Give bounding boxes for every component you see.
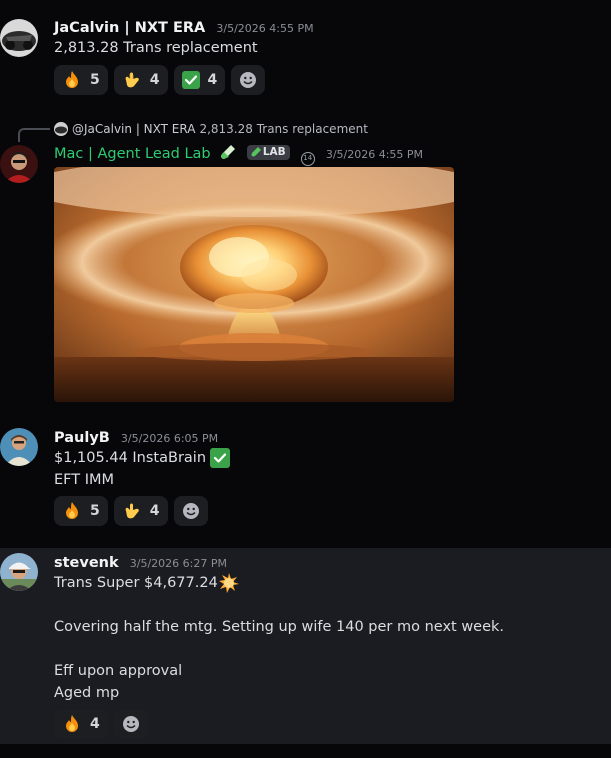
message-text: Aged mp (54, 685, 120, 701)
reply-connector (18, 128, 50, 142)
server-tag-label: LAB (262, 146, 286, 158)
message-text (54, 638, 603, 660)
username[interactable]: stevenk (54, 555, 119, 571)
message-text (54, 594, 603, 616)
reply-avatar (54, 122, 68, 136)
reaction-count: 5 (90, 503, 100, 519)
message-text: Eff upon approval (54, 663, 183, 679)
check-mark-button-icon (210, 448, 231, 468)
reaction-call-me-hand[interactable]: 4 (113, 65, 168, 95)
username[interactable]: JaCalvin | NXT ERA (54, 20, 205, 36)
smiley-add-icon (181, 501, 201, 521)
fire-icon (62, 501, 82, 521)
reaction-call-me-hand[interactable]: 4 (113, 496, 168, 526)
reply-username[interactable]: @JaCalvin | NXT ERA (72, 120, 195, 138)
message-text-line: Trans Super $4,677.24 (54, 572, 603, 594)
call-me-hand-icon (122, 70, 142, 90)
message-text: Trans Super $4,677.24 (54, 575, 218, 591)
reaction-check-mark-button[interactable]: 4 (173, 65, 226, 95)
add-reaction-button[interactable] (173, 496, 208, 526)
reactions-bar: 5 4 4 (54, 65, 603, 95)
avatar[interactable] (0, 553, 38, 591)
fire-icon (62, 70, 82, 90)
reply-text: 2,813.28 Trans replacement (199, 122, 368, 136)
reaction-count: 4 (149, 503, 160, 519)
reactions-bar: 4 (54, 709, 603, 739)
reaction-count: 4 (90, 716, 100, 732)
subscriber-badge-icon: 14 (300, 152, 315, 166)
test-tube-icon (220, 144, 236, 160)
username[interactable]: Mac | Agent Lead Lab (54, 146, 211, 162)
add-reaction-button[interactable] (231, 65, 266, 95)
username[interactable]: PaulyB (54, 430, 110, 446)
check-mark-button-icon (181, 71, 200, 89)
mushroom-cloud-gif[interactable] (54, 167, 454, 402)
message-text: EFT IMM (54, 472, 115, 488)
avatar[interactable] (0, 145, 38, 183)
message-text: $1,105.44 InstaBrain (54, 450, 207, 466)
reaction-count: 5 (90, 72, 100, 88)
reaction-fire[interactable]: 4 (54, 709, 108, 739)
avatar[interactable] (0, 19, 38, 57)
server-tag: LAB (246, 144, 290, 160)
timestamp: 3/5/2026 6:05 PM (120, 432, 219, 445)
avatar[interactable] (0, 428, 38, 466)
smiley-add-icon (121, 714, 141, 734)
timestamp: 3/5/2026 4:55 PM (216, 22, 314, 35)
reaction-count: 4 (149, 72, 160, 88)
message-text: 2,813.28 Trans replacement (54, 40, 258, 56)
call-me-hand-icon (122, 501, 142, 521)
add-reaction-button[interactable] (113, 709, 148, 739)
fire-icon (62, 714, 82, 734)
smiley-add-icon (238, 70, 258, 90)
sun-behind-cloud-icon (218, 573, 239, 593)
reactions-bar: 5 4 (54, 496, 603, 526)
timestamp: 3/5/2026 6:27 PM (129, 557, 227, 570)
reaction-fire[interactable]: 5 (54, 65, 108, 95)
reaction-fire[interactable]: 5 (54, 496, 108, 526)
timestamp: 3/5/2026 4:55 PM (325, 148, 424, 161)
reaction-count: 4 (207, 72, 218, 88)
message-text-line: $1,105.44 InstaBrain (54, 447, 603, 469)
reply-preview[interactable]: @JaCalvin | NXT ERA 2,813.28 Trans repla… (54, 120, 368, 138)
message-text: Covering half the mtg. Setting up wife 1… (54, 619, 505, 635)
